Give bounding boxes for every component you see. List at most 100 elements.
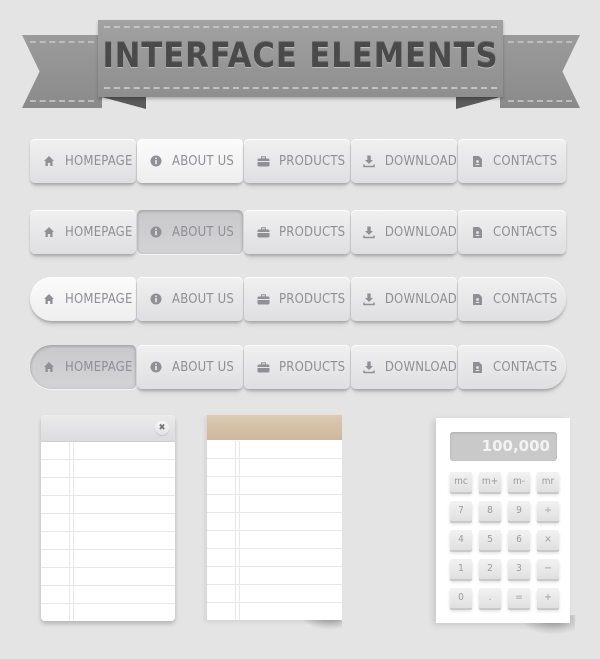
calc-key[interactable]: 5 xyxy=(479,530,501,550)
legal-pad-header xyxy=(207,415,342,440)
nav-bar-rounded-pressed: HOMEPAGE ABOUT US PRODUCTS DOWNLOAD CONTACTS xyxy=(30,345,567,389)
calc-key[interactable]: mr xyxy=(537,472,559,492)
nav-bar-square-hover: HOMEPAGE ABOUT US PRODUCTS DOWNLOAD CONTACTS xyxy=(30,139,567,183)
home-icon xyxy=(42,292,56,306)
nav-bar-rounded-hover: HOMEPAGE ABOUT US PRODUCTS DOWNLOAD CONTACTS xyxy=(30,277,567,321)
calc-key[interactable]: 6 xyxy=(508,530,530,550)
nav-button-about-us[interactable]: ABOUT US xyxy=(137,277,243,321)
nav-button-download[interactable]: DOWNLOAD xyxy=(351,345,457,389)
nav-button-download[interactable]: DOWNLOAD xyxy=(351,277,457,321)
nav-button-label: HOMEPAGE xyxy=(65,224,133,240)
briefcase-icon xyxy=(256,360,270,374)
margin-line xyxy=(69,442,74,621)
nav-button-about-us[interactable]: ABOUT US xyxy=(137,139,243,183)
info-icon xyxy=(149,360,163,374)
nav-button-label: DOWNLOAD xyxy=(384,153,457,169)
close-button[interactable]: ✖ xyxy=(155,421,169,435)
contact-card-icon xyxy=(470,225,484,239)
nav-button-label: HOMEPAGE xyxy=(65,153,133,169)
nav-button-label: HOMEPAGE xyxy=(65,291,133,307)
nav-button-label: CONTACTS xyxy=(493,224,558,240)
nav-button-homepage[interactable]: HOMEPAGE xyxy=(30,210,136,254)
calc-key[interactable]: 7 xyxy=(450,501,472,521)
calc-key[interactable]: − xyxy=(537,559,559,579)
nav-button-contacts[interactable]: CONTACTS xyxy=(458,210,566,254)
home-icon xyxy=(42,225,56,239)
info-icon xyxy=(149,154,163,168)
calc-key[interactable]: mc xyxy=(450,472,472,492)
nav-button-products[interactable]: PRODUCTS xyxy=(244,139,350,183)
calc-key[interactable]: m+ xyxy=(479,472,501,492)
close-icon: ✖ xyxy=(158,423,166,433)
nav-button-about-us[interactable]: ABOUT US xyxy=(137,210,243,254)
nav-button-label: ABOUT US xyxy=(172,224,235,240)
briefcase-icon xyxy=(256,154,270,168)
nav-button-label: CONTACTS xyxy=(493,153,558,169)
calc-key[interactable]: + xyxy=(537,588,559,608)
nav-button-label: DOWNLOAD xyxy=(384,224,457,240)
calc-key[interactable]: 4 xyxy=(450,530,472,550)
calc-key[interactable]: m- xyxy=(508,472,530,492)
nav-button-homepage[interactable]: HOMEPAGE xyxy=(30,139,136,183)
calculator: 100,000 mc m+ m-mr 7 8 9 ÷ 4 5 6 × 1 2 3− 0. = + xyxy=(436,418,570,623)
ribbon-fold-left xyxy=(98,96,146,109)
calc-key[interactable]: = xyxy=(508,588,530,608)
nav-button-label: PRODUCTS xyxy=(279,359,346,375)
nav-button-homepage[interactable]: HOMEPAGE xyxy=(30,277,136,321)
calc-key[interactable]: 9 xyxy=(508,501,530,521)
calc-key[interactable]: × xyxy=(537,530,559,550)
download-icon xyxy=(363,225,376,239)
nav-button-label: ABOUT US xyxy=(172,359,235,375)
legal-pad xyxy=(207,415,342,620)
nav-button-label: ABOUT US xyxy=(172,153,235,169)
nav-bar-square-pressed: HOMEPAGE ABOUT US PRODUCTS DOWNLOAD CONTACTS xyxy=(30,210,567,254)
nav-button-label: CONTACTS xyxy=(493,291,558,307)
nav-button-label: CONTACTS xyxy=(493,359,558,375)
ruled-lines xyxy=(207,441,342,620)
contact-card-icon xyxy=(470,360,484,374)
info-icon xyxy=(149,292,163,306)
nav-button-download[interactable]: DOWNLOAD xyxy=(351,139,457,183)
calculator-display: 100,000 xyxy=(450,432,557,461)
notepad-window: ✖ xyxy=(41,415,175,621)
nav-button-label: DOWNLOAD xyxy=(384,359,457,375)
nav-button-label: HOMEPAGE xyxy=(65,359,133,375)
ribbon-fold-right xyxy=(456,96,504,109)
nav-button-contacts[interactable]: CONTACTS xyxy=(458,139,566,183)
nav-button-label: PRODUCTS xyxy=(279,291,346,307)
ruled-lines xyxy=(41,442,175,621)
nav-button-label: PRODUCTS xyxy=(279,224,346,240)
nav-button-download[interactable]: DOWNLOAD xyxy=(351,210,457,254)
nav-button-label: DOWNLOAD xyxy=(384,291,457,307)
nav-button-contacts[interactable]: CONTACTS xyxy=(458,345,566,389)
ribbon-tail-right xyxy=(500,35,580,108)
home-icon xyxy=(42,154,56,168)
calc-key[interactable]: 2 xyxy=(479,559,501,579)
briefcase-icon xyxy=(256,292,270,306)
calc-key[interactable]: 0 xyxy=(450,588,472,608)
ribbon-tail-left xyxy=(22,35,102,108)
nav-button-products[interactable]: PRODUCTS xyxy=(244,345,350,389)
info-icon xyxy=(149,225,163,239)
ribbon-band: INTERFACE ELEMENTS xyxy=(98,20,503,97)
nav-button-contacts[interactable]: CONTACTS xyxy=(458,277,566,321)
contact-card-icon xyxy=(470,292,484,306)
calc-key[interactable]: 3 xyxy=(508,559,530,579)
home-icon xyxy=(42,360,56,374)
notepad-header: ✖ xyxy=(41,415,175,442)
calc-key[interactable]: 1 xyxy=(450,559,472,579)
download-icon xyxy=(363,154,376,168)
nav-button-products[interactable]: PRODUCTS xyxy=(244,210,350,254)
calc-key[interactable]: ÷ xyxy=(537,501,559,521)
calc-key[interactable]: . xyxy=(479,588,501,608)
briefcase-icon xyxy=(256,225,270,239)
calculator-keypad: mc m+ m-mr 7 8 9 ÷ 4 5 6 × 1 2 3− 0. = + xyxy=(450,472,559,608)
nav-button-homepage[interactable]: HOMEPAGE xyxy=(30,345,136,389)
page-title: INTERFACE ELEMENTS xyxy=(102,36,499,76)
margin-line xyxy=(235,441,240,620)
nav-button-about-us[interactable]: ABOUT US xyxy=(137,345,243,389)
nav-button-products[interactable]: PRODUCTS xyxy=(244,277,350,321)
download-icon xyxy=(363,292,376,306)
calc-key[interactable]: 8 xyxy=(479,501,501,521)
download-icon xyxy=(363,360,376,374)
